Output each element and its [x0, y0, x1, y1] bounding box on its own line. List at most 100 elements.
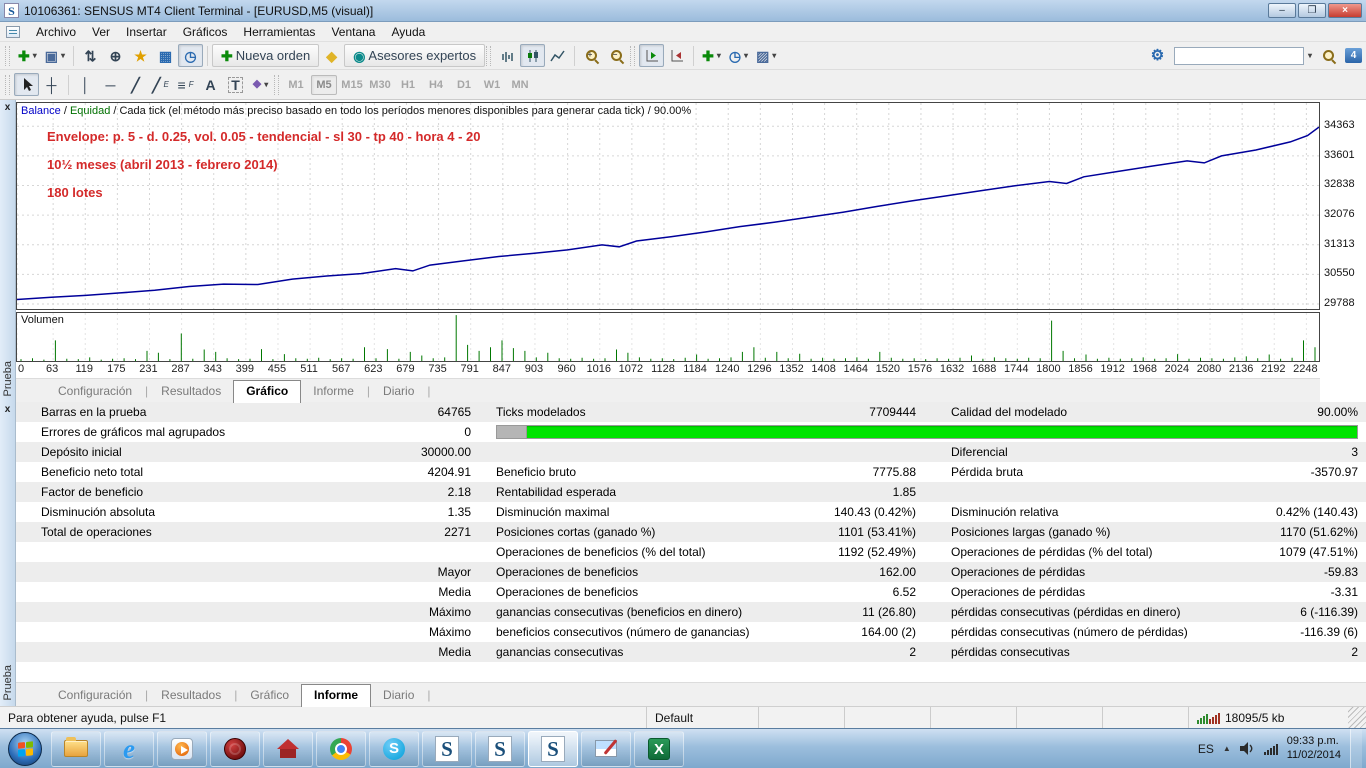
- navigator-button[interactable]: ★: [128, 44, 153, 67]
- trendline-icon: ╱: [131, 78, 139, 92]
- nueva-orden-button[interactable]: ✚Nueva orden: [212, 44, 319, 67]
- new-chart-button[interactable]: ✚▾: [14, 44, 41, 67]
- tab-configuracin-top[interactable]: Configuración: [46, 381, 144, 402]
- cursor-button[interactable]: [14, 73, 39, 96]
- taskbar-skype[interactable]: [369, 731, 419, 767]
- timeframe-d1[interactable]: D1: [451, 75, 477, 95]
- start-button[interactable]: [8, 732, 42, 766]
- report-value: 6 (-116.39): [1221, 602, 1366, 622]
- timeframe-m1[interactable]: M1: [283, 75, 309, 95]
- zoom-out-button[interactable]: −: [604, 44, 629, 67]
- network-signal-icon[interactable]: [1264, 743, 1278, 755]
- horizontal-line-button[interactable]: ─: [98, 73, 123, 96]
- tab-informe-bottom[interactable]: Informe: [301, 684, 371, 707]
- settings-button[interactable]: ⚙: [1145, 44, 1170, 67]
- data-window-button[interactable]: ⊕: [103, 44, 128, 67]
- text-icon: A: [205, 78, 215, 92]
- trendline-button[interactable]: ╱: [123, 73, 148, 96]
- clock[interactable]: 09:33 p.m. 11/02/2014: [1287, 735, 1341, 763]
- strategy-tester-button[interactable]: ◷: [178, 44, 203, 67]
- equidistant-channel-button[interactable]: ╱E: [148, 73, 173, 96]
- tab-configuracin-bottom[interactable]: Configuración: [46, 685, 144, 706]
- tab-diario-top[interactable]: Diario: [371, 381, 426, 402]
- taskbar-home-app[interactable]: [263, 731, 313, 767]
- restore-button[interactable]: ❐: [1298, 3, 1326, 18]
- text-button[interactable]: A: [198, 73, 223, 96]
- x-tick-label: 231: [139, 363, 157, 375]
- bar-chart-type-button[interactable]: [495, 44, 520, 67]
- timeframe-w1[interactable]: W1: [479, 75, 505, 95]
- toolbar-grip[interactable]: [5, 46, 10, 66]
- report-row: Barras en la prueba64765Ticks modelados7…: [16, 402, 1366, 422]
- search-button[interactable]: [1316, 44, 1341, 67]
- menu-ventana[interactable]: Ventana: [323, 23, 383, 41]
- tab-diario-bottom[interactable]: Diario: [371, 685, 426, 706]
- taskbar-excel[interactable]: [634, 731, 684, 767]
- tab-resultados-bottom[interactable]: Resultados: [149, 685, 233, 706]
- timeframe-m30[interactable]: M30: [367, 75, 393, 95]
- notifications-badge[interactable]: 4: [1345, 48, 1362, 63]
- fibonacci-button[interactable]: ≡F: [173, 73, 198, 96]
- chart-window-icon[interactable]: [6, 26, 20, 38]
- timeframe-m5[interactable]: M5: [311, 75, 337, 95]
- search-input[interactable]: [1174, 47, 1304, 65]
- chart-shift-button[interactable]: [664, 44, 689, 67]
- status-profile[interactable]: Default: [646, 707, 758, 728]
- taskbar-media-player[interactable]: [157, 731, 207, 767]
- taskbar-mt4-terminal-2[interactable]: [475, 731, 525, 767]
- line-chart-type-button[interactable]: [545, 44, 570, 67]
- taskbar-internet-explorer[interactable]: [104, 731, 154, 767]
- menu-ayuda[interactable]: Ayuda: [383, 23, 433, 41]
- timeframe-h1[interactable]: H1: [395, 75, 421, 95]
- terminal-button[interactable]: ▦: [153, 44, 178, 67]
- show-desktop-button[interactable]: [1350, 729, 1362, 768]
- menu-herramientas[interactable]: Herramientas: [235, 23, 323, 41]
- taskbar-mt4-terminal-1[interactable]: [422, 731, 472, 767]
- close-panel-icon[interactable]: x: [5, 102, 11, 114]
- standard-toolbar: ✚▾ ▣▾ ⇅ ⊕ ★ ▦ ◷ ✚Nueva orden ◆ ◉Asesores…: [0, 42, 1366, 70]
- resize-grip[interactable]: [1348, 707, 1366, 728]
- tab-resultados-top[interactable]: Resultados: [149, 381, 233, 402]
- profiles-button[interactable]: ▣▾: [41, 44, 69, 67]
- balance-chart[interactable]: Balance / Equidad / Cada tick (el método…: [16, 102, 1320, 310]
- arrows-button[interactable]: ◆▾: [248, 73, 273, 96]
- report-value: Máximo: [326, 602, 471, 622]
- taskbar-chrome[interactable]: [316, 731, 366, 767]
- periods-button[interactable]: ◷▾: [725, 44, 752, 67]
- timeframe-m15[interactable]: M15: [339, 75, 365, 95]
- timeframe-h4[interactable]: H4: [423, 75, 449, 95]
- x-tick-label: 679: [396, 363, 414, 375]
- menu-archivo[interactable]: Archivo: [28, 23, 84, 41]
- zoom-in-button[interactable]: +: [579, 44, 604, 67]
- timeframe-mn[interactable]: MN: [507, 75, 533, 95]
- language-indicator[interactable]: ES: [1198, 742, 1214, 756]
- menu-grficos[interactable]: Gráficos: [175, 23, 236, 41]
- taskbar-explorer[interactable]: [51, 731, 101, 767]
- hidden-icons-button[interactable]: ▲: [1223, 744, 1231, 753]
- market-watch-button[interactable]: ⇅: [78, 44, 103, 67]
- crosshair-button[interactable]: ┼: [39, 73, 64, 96]
- vertical-line-button[interactable]: │: [73, 73, 98, 96]
- tab-grfico-bottom[interactable]: Gráfico: [238, 685, 301, 706]
- close-panel-icon[interactable]: x: [5, 404, 11, 416]
- indicators-button[interactable]: ✚▾: [698, 44, 725, 67]
- close-button[interactable]: ×: [1328, 3, 1362, 18]
- tab-grfico-top[interactable]: Gráfico: [233, 380, 301, 403]
- menu-insertar[interactable]: Insertar: [118, 23, 175, 41]
- x-tick-label: 735: [428, 363, 446, 375]
- search-dropdown-icon[interactable]: ▾: [1308, 51, 1312, 60]
- menu-ver[interactable]: Ver: [84, 23, 118, 41]
- auto-scroll-button[interactable]: [639, 44, 664, 67]
- minimize-button[interactable]: –: [1268, 3, 1296, 18]
- speaker-icon[interactable]: [1240, 742, 1255, 755]
- text-label-button[interactable]: T: [223, 73, 248, 96]
- tab-informe-top[interactable]: Informe: [301, 381, 366, 402]
- candlestick-type-button[interactable]: [520, 44, 545, 67]
- fibonacci-icon: ≡: [177, 78, 185, 92]
- asesores-expertos-button[interactable]: ◉Asesores expertos: [344, 44, 485, 67]
- metaeditor-button[interactable]: ◆: [319, 44, 344, 67]
- taskbar-paint[interactable]: [581, 731, 631, 767]
- taskbar-red-disc-app[interactable]: [210, 731, 260, 767]
- taskbar-mt4-terminal-3[interactable]: [528, 731, 578, 767]
- templates-button[interactable]: ▨▾: [752, 44, 780, 67]
